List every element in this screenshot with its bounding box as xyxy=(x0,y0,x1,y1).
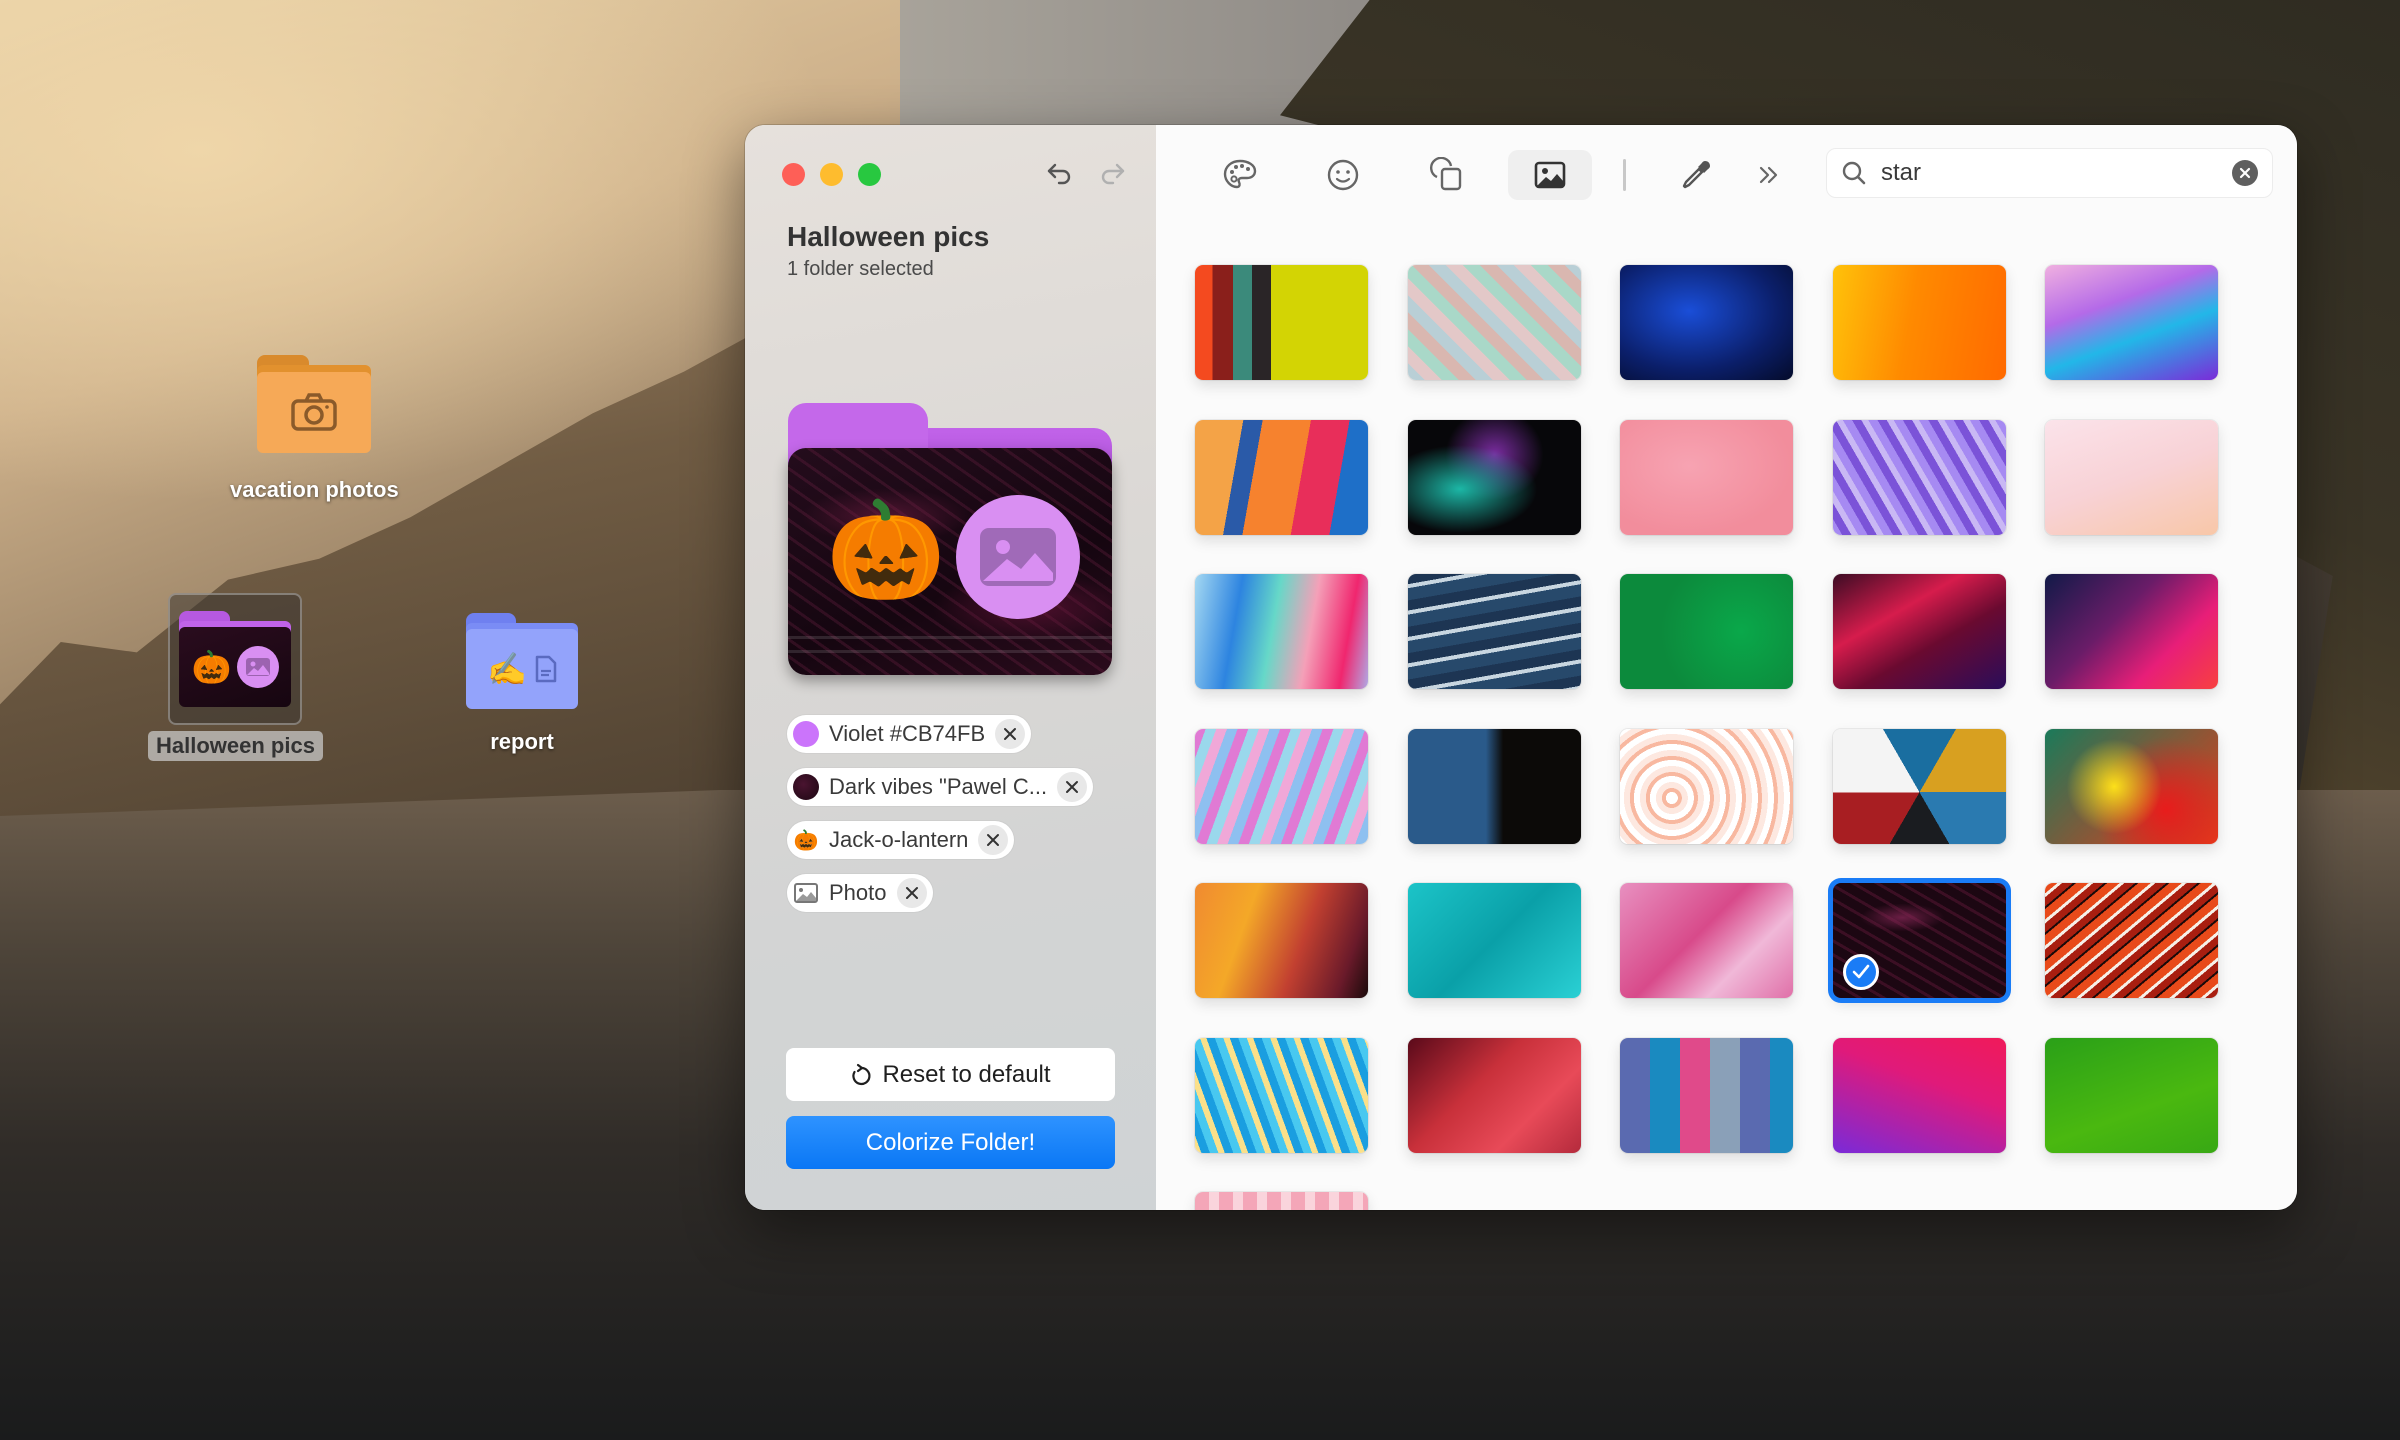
undo-icon xyxy=(1047,163,1071,185)
window-controls xyxy=(782,163,881,186)
wallpaper-thumbnail-violet-brush[interactable] xyxy=(1833,420,2006,535)
style-chip-emoji: 🎃 Jack-o-lantern xyxy=(787,821,1015,859)
colorize-folder-button[interactable]: Colorize Folder! xyxy=(786,1116,1115,1169)
wallpaper-thumbnail-navy-storm[interactable] xyxy=(1408,574,1581,689)
folder-preview: 🎃 xyxy=(788,403,1112,675)
desktop-icon-label: report xyxy=(490,729,554,754)
desktop-icon-report[interactable]: ✍️ report xyxy=(466,613,578,757)
wallpaper-thumbnail-cotton-candy[interactable] xyxy=(1195,729,1368,844)
chip-label: Dark vibes "Pawel C... xyxy=(829,774,1048,799)
wallpaper-thumbnail-peach-haze[interactable] xyxy=(2045,420,2218,535)
wallpaper-thumbnail-dark-vibes[interactable] xyxy=(1833,883,2006,998)
wallpaper-thumbnail-magenta-purple[interactable] xyxy=(1833,1038,2006,1153)
close-icon xyxy=(1004,728,1017,740)
remove-chip-button[interactable] xyxy=(978,825,1009,855)
wallpaper-thumbnail-orange-drops[interactable] xyxy=(1833,265,2006,380)
wallpaper-swatch xyxy=(793,774,819,800)
wallpaper-thumbnail-teal-purple-smoke[interactable] xyxy=(1408,420,1581,535)
wallpaper-thumbnail-eyeshadow-palette[interactable] xyxy=(1620,1038,1793,1153)
wallpaper-sky xyxy=(900,0,1400,130)
wallpaper-thumbnail-sunset-waves[interactable] xyxy=(1195,883,1368,998)
wallpaper-thumbnail-abstract-paint[interactable] xyxy=(1195,420,1368,535)
wallpaper-thumbnail-pastel-scales[interactable] xyxy=(1408,265,1581,380)
wallpaper-thumbnail-crimson-galaxy[interactable] xyxy=(1833,574,2006,689)
chip-label: Jack-o-lantern xyxy=(829,827,969,852)
jack-o-lantern-icon: 🎃 xyxy=(826,497,946,604)
wallpaper-thumbnail-pink-marble[interactable] xyxy=(1620,883,1793,998)
color-swatch xyxy=(793,721,819,747)
folder-icon xyxy=(257,355,372,453)
desktop-icon-vacation-photos[interactable]: vacation photos xyxy=(222,355,407,505)
wallpaper-thumbnail-turquoise-paint[interactable] xyxy=(1408,883,1581,998)
selection-count: 1 folder selected xyxy=(787,258,934,280)
checkmark-icon xyxy=(1843,954,1879,990)
document-icon xyxy=(535,655,557,683)
redo-button[interactable] xyxy=(1097,159,1127,194)
writing-hand-icon: ✍️ xyxy=(487,651,527,688)
wallpaper-thumbnail-peach-swirls[interactable] xyxy=(1620,729,1793,844)
folder-title: Halloween pics xyxy=(787,221,990,252)
wallpaper-gallery xyxy=(1156,125,2297,1210)
photo-icon xyxy=(956,495,1080,619)
style-chip-color: Violet #CB74FB xyxy=(787,715,1032,753)
close-button[interactable] xyxy=(782,163,805,186)
wallpaper-thumbnail-fluid-pastel[interactable] xyxy=(1195,574,1368,689)
style-chip-wallpaper: Dark vibes "Pawel C... xyxy=(787,768,1094,806)
wallpaper-thumbnail-blue-yellow-marble[interactable] xyxy=(1195,1038,1368,1153)
style-chip-symbol: Photo xyxy=(787,874,933,912)
wallpaper-thumbnail-green-marble[interactable] xyxy=(1620,574,1793,689)
colorize-label: Colorize Folder! xyxy=(865,1128,1036,1156)
app-window: Halloween pics 1 folder selected 🎃 Viole… xyxy=(745,125,2297,1210)
close-icon xyxy=(905,887,918,899)
desktop-icon-label: vacation photos xyxy=(230,477,399,502)
minimize-button[interactable] xyxy=(820,163,843,186)
photo-icon xyxy=(237,646,280,689)
redo-icon xyxy=(1101,163,1125,185)
remove-chip-button[interactable] xyxy=(995,719,1026,749)
desktop-icon-label: Halloween pics xyxy=(148,731,323,761)
wallpaper-thumbnail-navy-magenta[interactable] xyxy=(2045,574,2218,689)
wallpaper-thumbnail-red-agate[interactable] xyxy=(2045,883,2218,998)
wallpaper-thumbnail-blue-ink[interactable] xyxy=(1620,265,1793,380)
undo-button[interactable] xyxy=(1045,159,1075,194)
chip-label: Violet #CB74FB xyxy=(829,721,986,746)
wallpaper-thumbnail-pink-stripes[interactable] xyxy=(1195,1192,1368,1210)
jack-o-lantern-icon: 🎃 xyxy=(793,829,819,852)
reset-to-default-button[interactable]: Reset to default xyxy=(786,1048,1115,1101)
close-icon xyxy=(1066,781,1079,793)
chip-label: Photo xyxy=(829,880,887,905)
wallpaper-thumbnail-green-leaf[interactable] xyxy=(2045,1038,2218,1153)
remove-chip-button[interactable] xyxy=(1057,772,1088,802)
folder-icon: 🎃 xyxy=(179,611,292,707)
camera-icon xyxy=(291,393,338,432)
remove-chip-button[interactable] xyxy=(896,878,927,908)
history-controls xyxy=(1045,159,1127,194)
main-panel xyxy=(1156,125,2297,1210)
selection-highlight: 🎃 xyxy=(168,593,303,725)
wallpaper-thumbnail-purple-waves[interactable] xyxy=(2045,265,2218,380)
wallpaper-thumbnail-blue-cells[interactable] xyxy=(1408,729,1581,844)
photo-icon xyxy=(793,880,819,906)
zoom-button[interactable] xyxy=(858,163,881,186)
folder-icon: ✍️ xyxy=(466,613,578,709)
wallpaper-thumbnail-red-yellow-splash[interactable] xyxy=(2045,729,2218,844)
wallpaper-thumbnail-geometric[interactable] xyxy=(1833,729,2006,844)
close-icon xyxy=(987,834,1000,846)
applied-styles-list: Violet #CB74FB Dark vibes "Pawel C... 🎃 … xyxy=(787,715,1094,912)
wallpaper-thumbnail-pink-watercolor[interactable] xyxy=(1620,420,1793,535)
reset-label: Reset to default xyxy=(882,1060,1051,1088)
wallpaper-thumbnail-stripes-lime[interactable] xyxy=(1195,265,1368,380)
jack-o-lantern-icon: 🎃 xyxy=(191,649,232,686)
desktop-icon-halloween-pics[interactable]: 🎃 Halloween pics xyxy=(148,593,323,761)
wallpaper-thumbnail-red-brush[interactable] xyxy=(1408,1038,1581,1153)
sidebar: Halloween pics 1 folder selected 🎃 Viole… xyxy=(745,125,1156,1210)
reset-icon xyxy=(852,1063,871,1085)
